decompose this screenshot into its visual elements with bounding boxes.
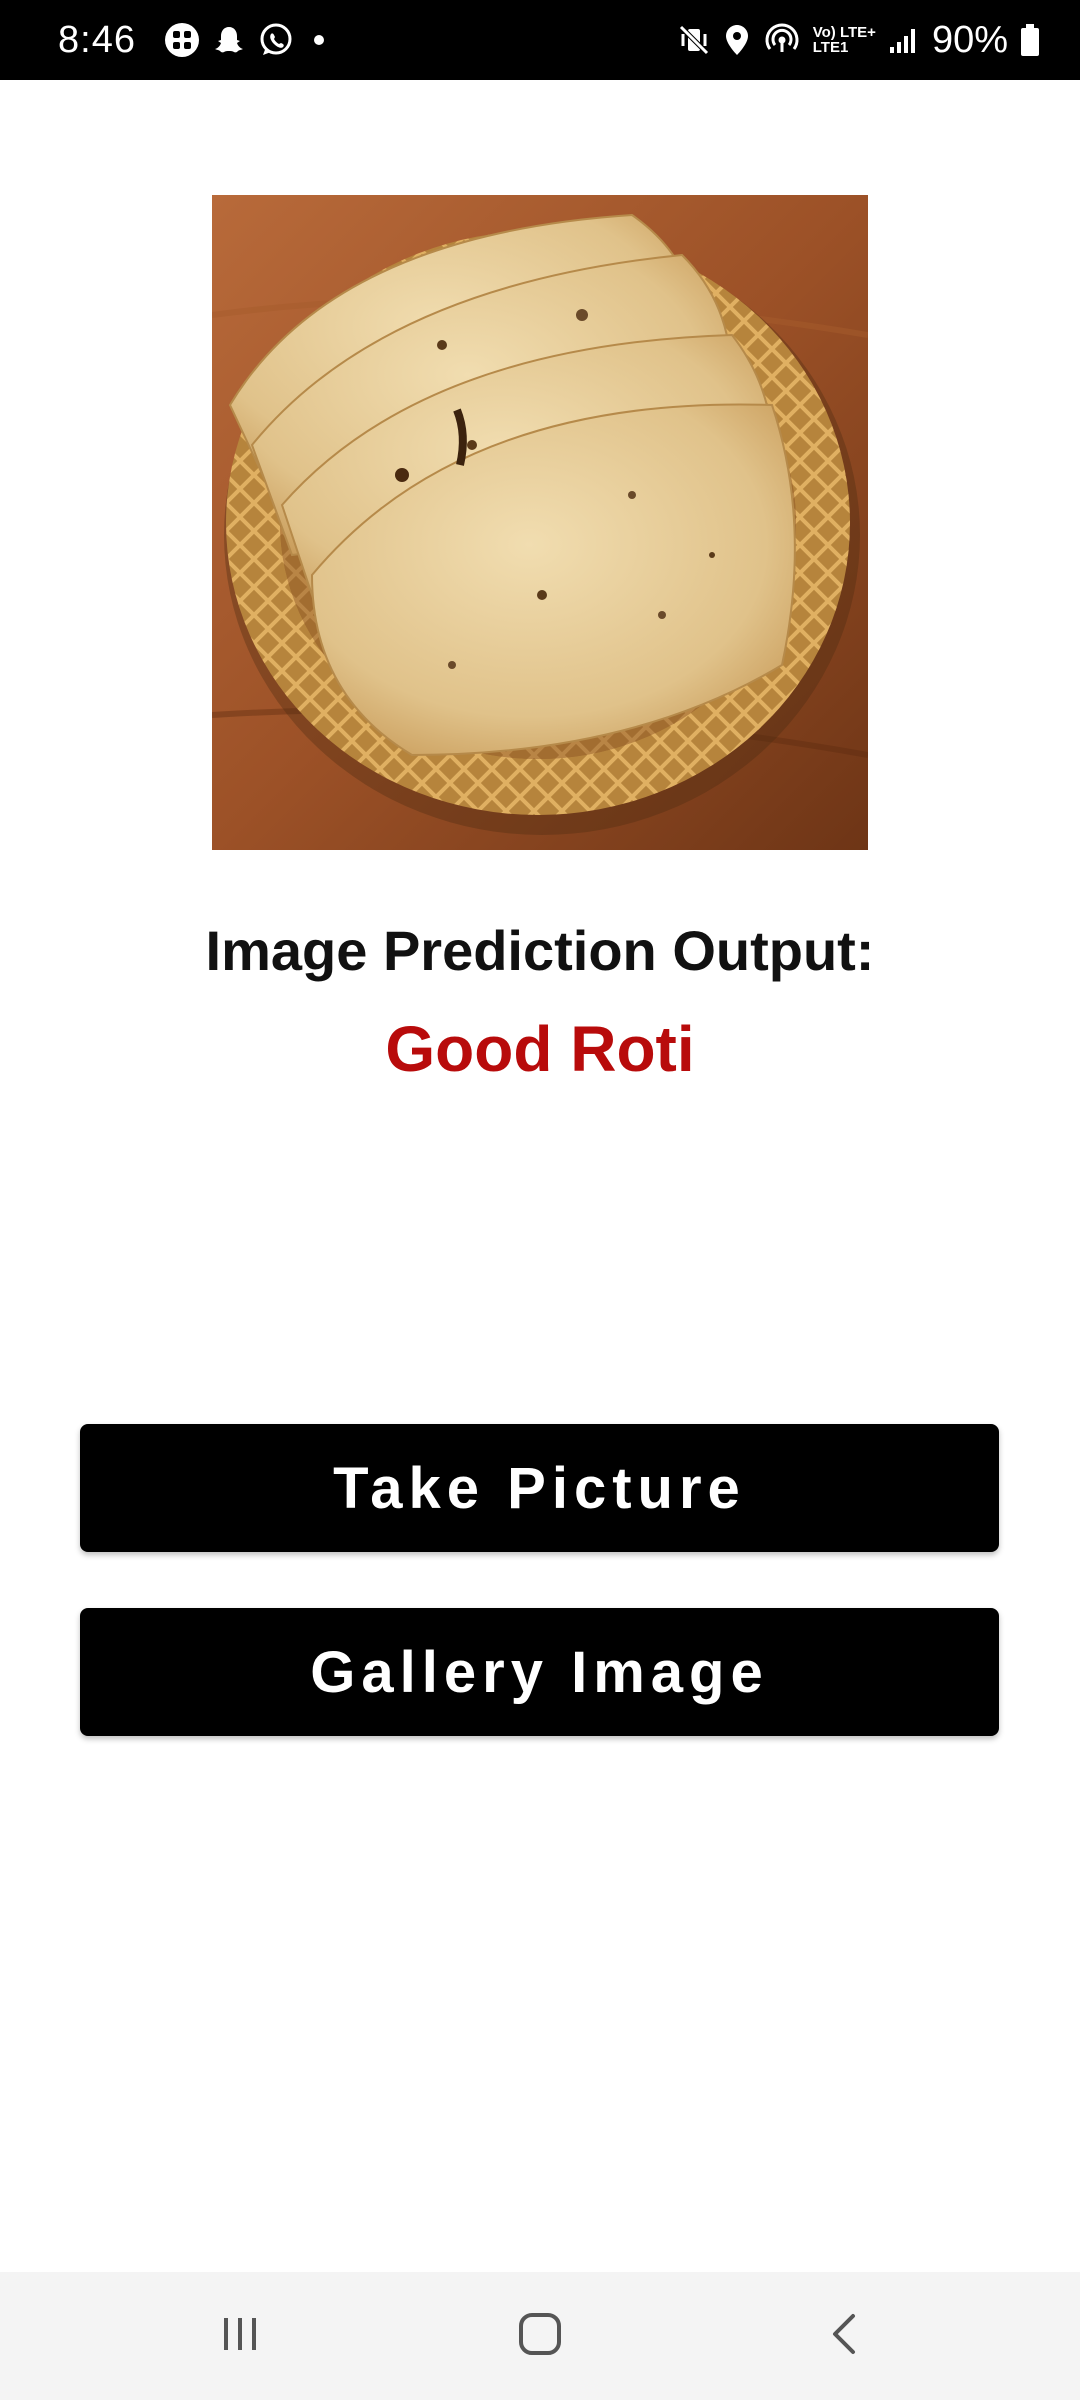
prediction-result: Good Roti (385, 1013, 695, 1085)
battery-percent: 90% (931, 18, 1008, 61)
whatsapp-icon (258, 22, 294, 58)
battery-icon (1020, 23, 1040, 57)
status-time: 8:46 (58, 18, 136, 61)
status-bar: 8:46 Vo) LTE+ LTE1 90% (0, 0, 1080, 80)
status-right: Vo) LTE+ LTE1 90% (665, 19, 1040, 62)
network-label-bottom: LTE1 (812, 39, 849, 56)
roti-photo (212, 195, 868, 850)
back-icon (823, 2310, 863, 2363)
back-button[interactable] (763, 2272, 923, 2400)
hotspot-icon (763, 23, 801, 57)
grid-app-icon (164, 22, 200, 58)
home-icon (516, 2310, 564, 2363)
network-type-label: Vo) LTE+ LTE1 (813, 25, 876, 55)
gallery-image-button[interactable]: Gallery Image (80, 1608, 999, 1736)
location-icon (723, 23, 751, 57)
take-picture-button[interactable]: Take Picture (80, 1424, 999, 1552)
navigation-bar (0, 2272, 1080, 2400)
notification-dot (313, 35, 324, 45)
prediction-heading: Image Prediction Output: (205, 919, 875, 982)
signal-icon (888, 25, 918, 55)
status-left: 8:46 (58, 19, 324, 62)
recents-icon (218, 2312, 262, 2361)
home-button[interactable] (460, 2272, 620, 2400)
vibrate-mute-icon (677, 23, 711, 57)
snapchat-icon (212, 23, 246, 57)
recents-button[interactable] (160, 2272, 320, 2400)
